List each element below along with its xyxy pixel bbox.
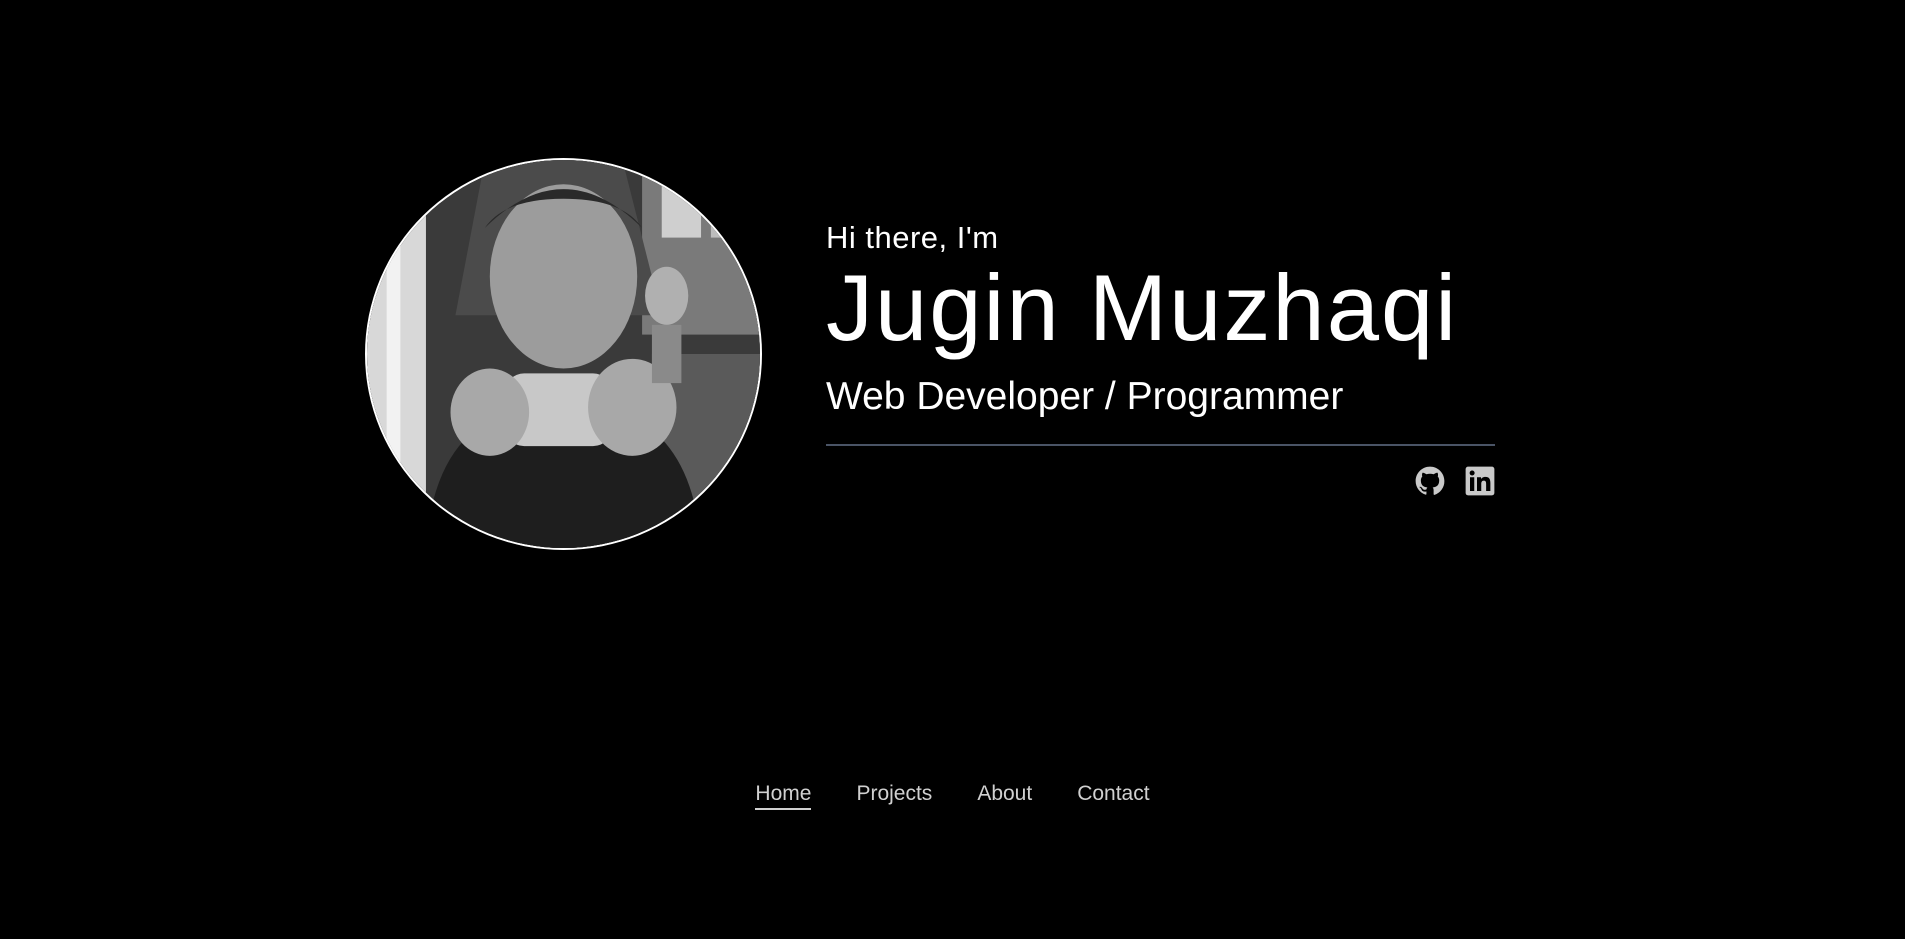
nav-contact[interactable]: Contact <box>1077 782 1149 810</box>
portrait-photo-drinking-coffee <box>367 160 760 548</box>
page: Hi there, I'm Jugin Muzhaqi Web Develope… <box>0 0 1905 939</box>
nav-home[interactable]: Home <box>755 782 812 810</box>
profile-photo <box>365 158 762 550</box>
greeting-text: Hi there, I'm <box>826 220 999 255</box>
intro-section: Hi there, I'm Jugin Muzhaqi Web Develope… <box>826 218 1495 496</box>
github-icon <box>1415 466 1445 495</box>
main-nav: Home Projects About Contact <box>0 782 1905 810</box>
divider <box>826 444 1495 446</box>
nav-about[interactable]: About <box>977 782 1032 810</box>
social-links <box>826 466 1495 496</box>
linkedin-icon <box>1465 466 1495 496</box>
github-link[interactable] <box>1415 466 1445 496</box>
role-subtitle: Web Developer / Programmer <box>826 375 1344 418</box>
nav-projects[interactable]: Projects <box>856 782 932 810</box>
linkedin-link[interactable] <box>1465 466 1495 496</box>
page-title: Jugin Muzhaqi <box>826 255 1459 360</box>
